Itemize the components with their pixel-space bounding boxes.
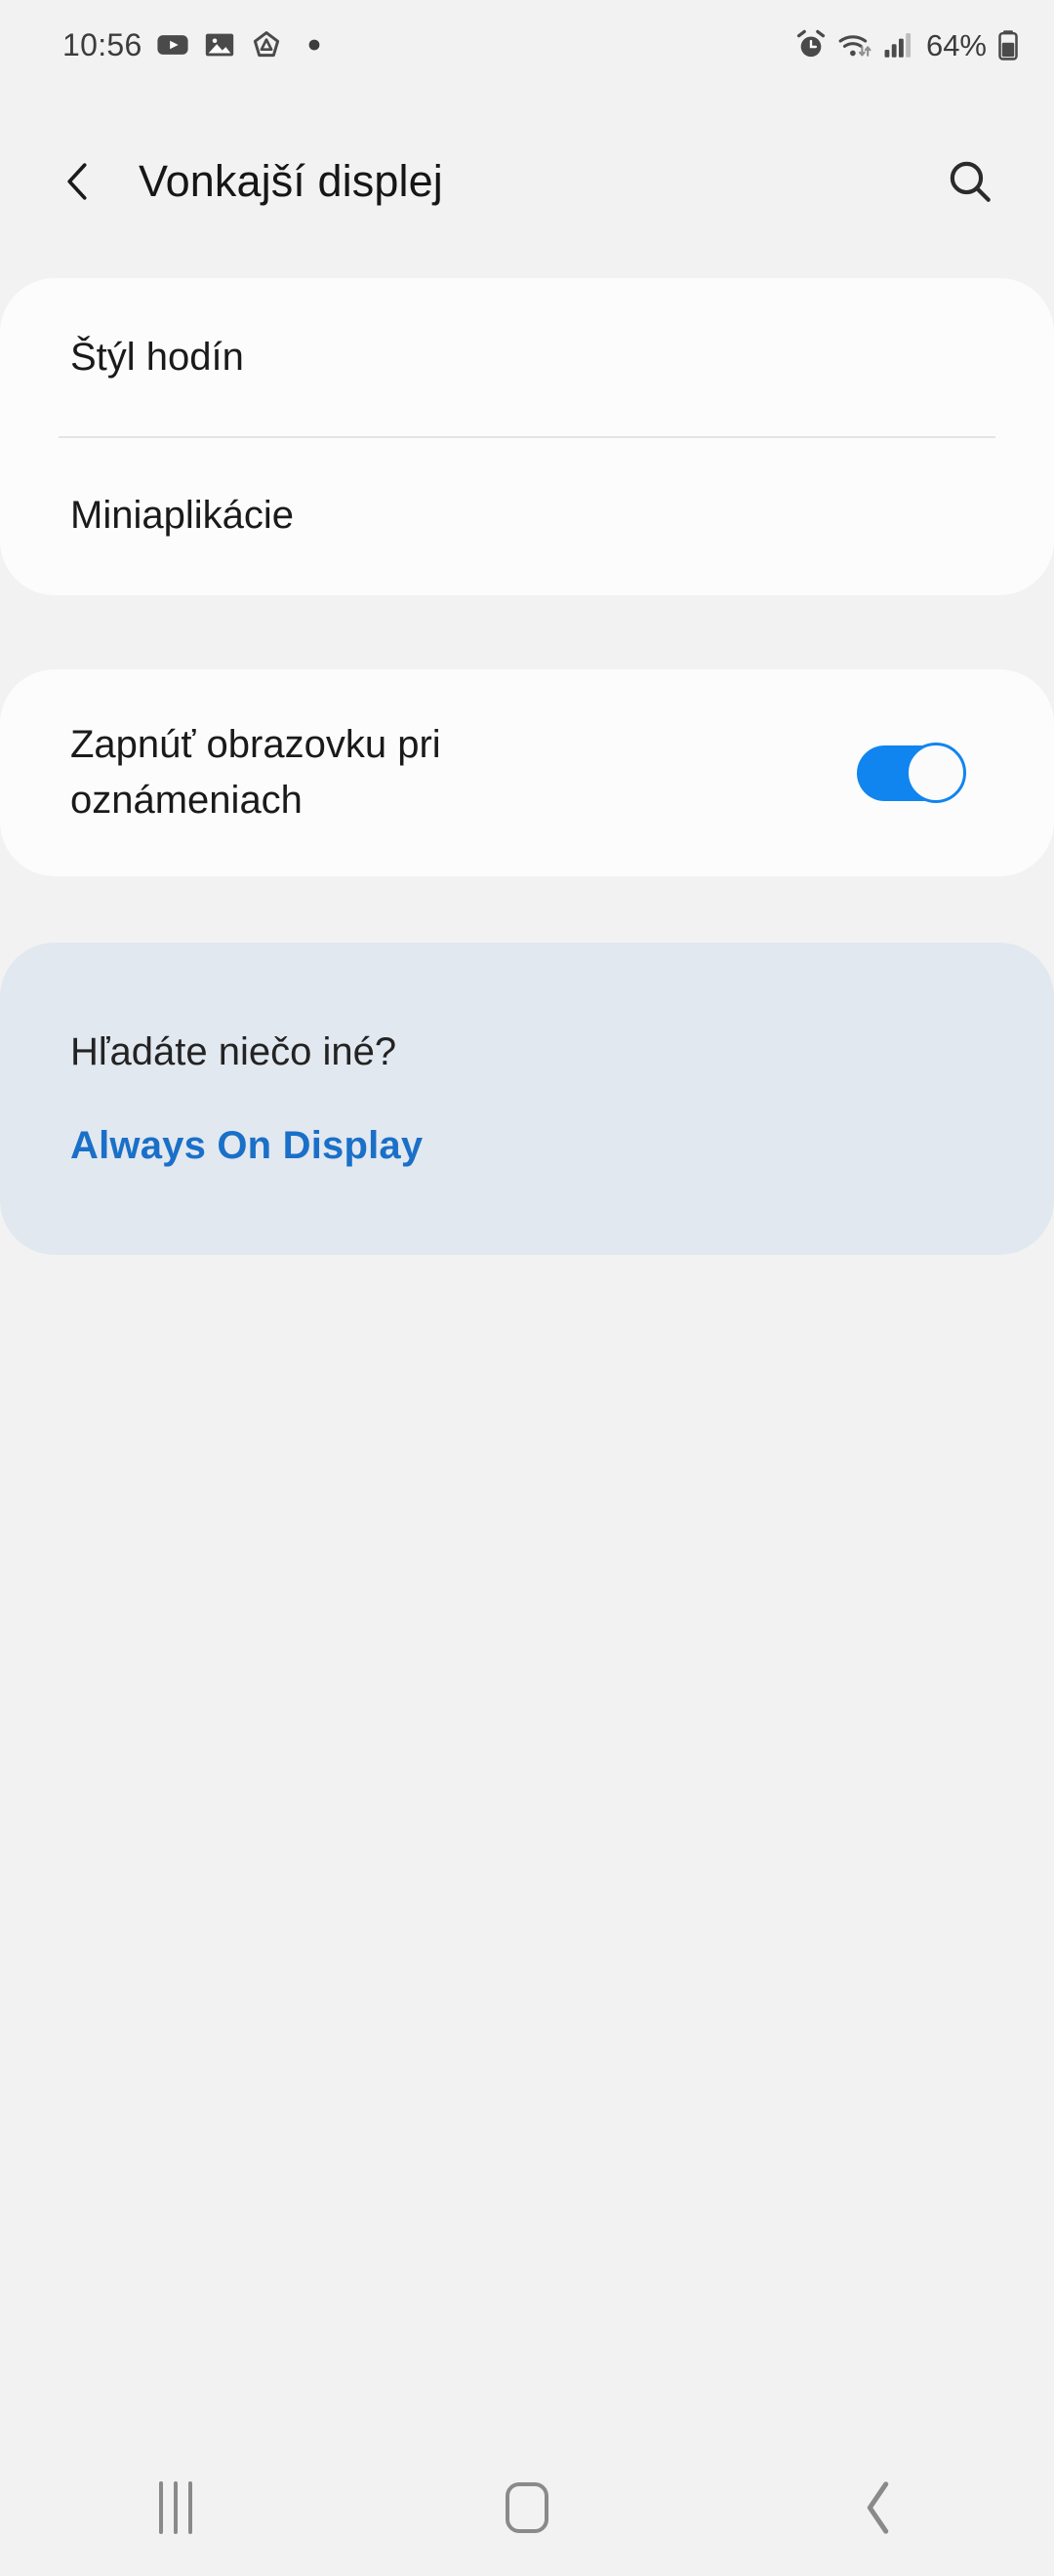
nav-back-icon bbox=[857, 2479, 900, 2536]
phone-screen: 10:56 64% Vonkajší displej Štýl hodín Mi… bbox=[0, 0, 1054, 2576]
search-button[interactable] bbox=[925, 137, 1015, 226]
dot-icon bbox=[306, 37, 322, 53]
settings-list-card: Štýl hodín Miniaplikácie bbox=[0, 278, 1054, 595]
gallery-icon bbox=[203, 28, 236, 61]
recents-icon bbox=[159, 2481, 192, 2534]
recents-button[interactable] bbox=[88, 2439, 264, 2576]
navigation-bar bbox=[0, 2439, 1054, 2576]
status-clock: 10:56 bbox=[62, 27, 142, 62]
list-item-widgets[interactable]: Miniaplikácie bbox=[0, 436, 1054, 594]
list-item-label: Štýl hodín bbox=[70, 336, 244, 379]
switch-knob bbox=[906, 743, 966, 803]
battery-icon bbox=[995, 28, 1021, 61]
nav-back-button[interactable] bbox=[790, 2439, 966, 2576]
always-on-display-link[interactable]: Always On Display bbox=[70, 1122, 984, 1169]
status-bar-left: 10:56 bbox=[62, 28, 322, 61]
related-settings-card: Hľadáte niečo iné? Always On Display bbox=[0, 943, 1054, 1255]
list-item-clock-style[interactable]: Štýl hodín bbox=[0, 278, 1054, 438]
status-bar-right: 64% bbox=[794, 28, 1021, 61]
home-icon bbox=[506, 2482, 548, 2533]
list-item-label: Miniaplikácie bbox=[70, 494, 294, 537]
back-chevron-icon bbox=[56, 159, 101, 204]
notification-wake-switch[interactable] bbox=[857, 743, 966, 803]
home-button[interactable] bbox=[439, 2439, 615, 2576]
youtube-icon bbox=[156, 28, 189, 61]
toggle-setting-label: Zapnúť obrazovku pri oznámeniach bbox=[70, 723, 441, 822]
status-bar: 10:56 64% bbox=[0, 0, 1054, 90]
page-title: Vonkajší displej bbox=[139, 156, 443, 206]
search-icon bbox=[946, 157, 994, 206]
related-settings-question: Hľadáte niečo iné? bbox=[70, 1030, 397, 1073]
wifi-icon bbox=[836, 28, 873, 61]
alarm-icon bbox=[794, 28, 828, 61]
back-button[interactable] bbox=[31, 135, 125, 228]
app-bar: Vonkajší displej bbox=[0, 115, 1054, 247]
affinity-icon bbox=[250, 28, 283, 61]
notification-wake-card[interactable]: Zapnúť obrazovku pri oznámeniach bbox=[0, 669, 1054, 876]
signal-icon bbox=[882, 28, 913, 61]
battery-percent: 64% bbox=[925, 27, 987, 62]
